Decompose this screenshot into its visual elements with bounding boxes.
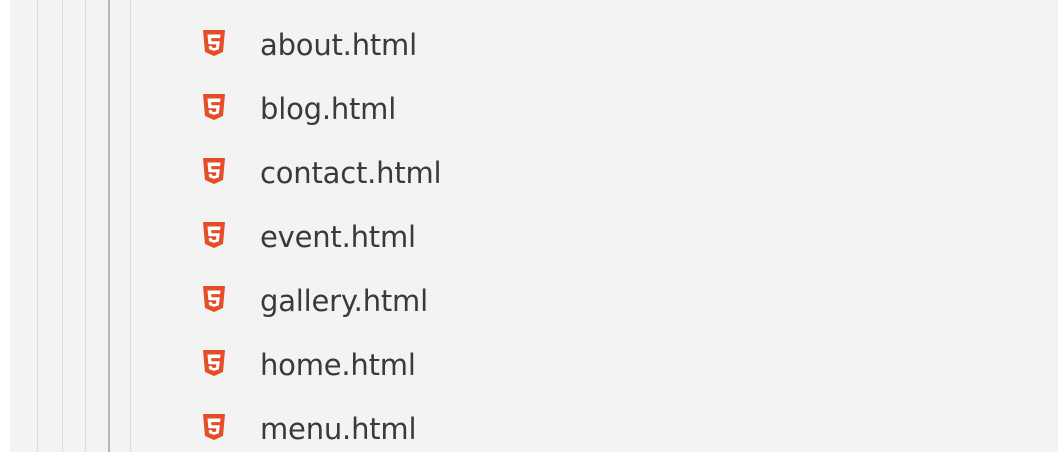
html5-icon bbox=[202, 349, 226, 377]
file-explorer-panel: about.html blog.html contact.html event.… bbox=[10, 0, 1058, 452]
file-name: blog.html bbox=[260, 92, 397, 126]
file-name: about.html bbox=[260, 28, 417, 62]
file-item-blog[interactable]: blog.html bbox=[10, 78, 1058, 142]
html5-icon bbox=[202, 413, 226, 441]
file-item-event[interactable]: event.html bbox=[10, 206, 1058, 270]
file-name: gallery.html bbox=[260, 284, 428, 318]
html5-icon bbox=[202, 221, 226, 249]
html5-icon bbox=[202, 157, 226, 185]
html5-icon bbox=[202, 93, 226, 121]
file-item-about[interactable]: about.html bbox=[10, 14, 1058, 78]
file-name: menu.html bbox=[260, 412, 417, 446]
file-name: event.html bbox=[260, 220, 416, 254]
file-name: contact.html bbox=[260, 156, 442, 190]
file-tree: about.html blog.html contact.html event.… bbox=[10, 14, 1058, 462]
file-item-gallery[interactable]: gallery.html bbox=[10, 270, 1058, 334]
html5-icon bbox=[202, 285, 226, 313]
file-item-home[interactable]: home.html bbox=[10, 334, 1058, 398]
html5-icon bbox=[202, 29, 226, 57]
file-item-menu[interactable]: menu.html bbox=[10, 398, 1058, 462]
file-item-contact[interactable]: contact.html bbox=[10, 142, 1058, 206]
file-name: home.html bbox=[260, 348, 416, 382]
